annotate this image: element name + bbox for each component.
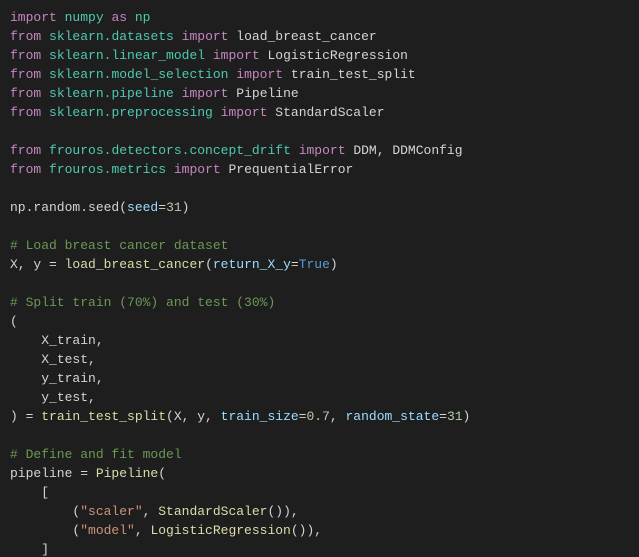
code-line: from sklearn.linear_model import Logisti…	[10, 48, 408, 63]
code-line: ]	[10, 542, 49, 557]
code-line: pipeline = Pipeline(	[10, 466, 166, 481]
code-line: [	[10, 485, 49, 500]
code-line: from frouros.detectors.concept_drift imp…	[10, 143, 463, 158]
code-line: ) = train_test_split(X, y, train_size=0.…	[10, 409, 470, 424]
code-line: from sklearn.pipeline import Pipeline	[10, 86, 299, 101]
comment-line: # Define and fit model	[10, 447, 182, 462]
code-line: from sklearn.datasets import load_breast…	[10, 29, 377, 44]
code-line: y_train,	[10, 371, 104, 386]
code-line: y_test,	[10, 390, 96, 405]
code-line: (	[10, 314, 18, 329]
comment-line: # Split train (70%) and test (30%)	[10, 295, 275, 310]
code-line: ("model", LogisticRegression()),	[10, 523, 322, 538]
code-block: import numpy as np from sklearn.datasets…	[0, 0, 639, 557]
code-line: X, y = load_breast_cancer(return_X_y=Tru…	[10, 257, 338, 272]
code-line: X_train,	[10, 333, 104, 348]
comment-line: # Load breast cancer dataset	[10, 238, 228, 253]
code-line: np.random.seed(seed=31)	[10, 200, 189, 215]
code-line: from sklearn.preprocessing import Standa…	[10, 105, 385, 120]
code-line: from frouros.metrics import PrequentialE…	[10, 162, 353, 177]
code-line: from sklearn.model_selection import trai…	[10, 67, 416, 82]
code-line: ("scaler", StandardScaler()),	[10, 504, 299, 519]
code-line: X_test,	[10, 352, 96, 367]
code-line: import numpy as np	[10, 10, 150, 25]
